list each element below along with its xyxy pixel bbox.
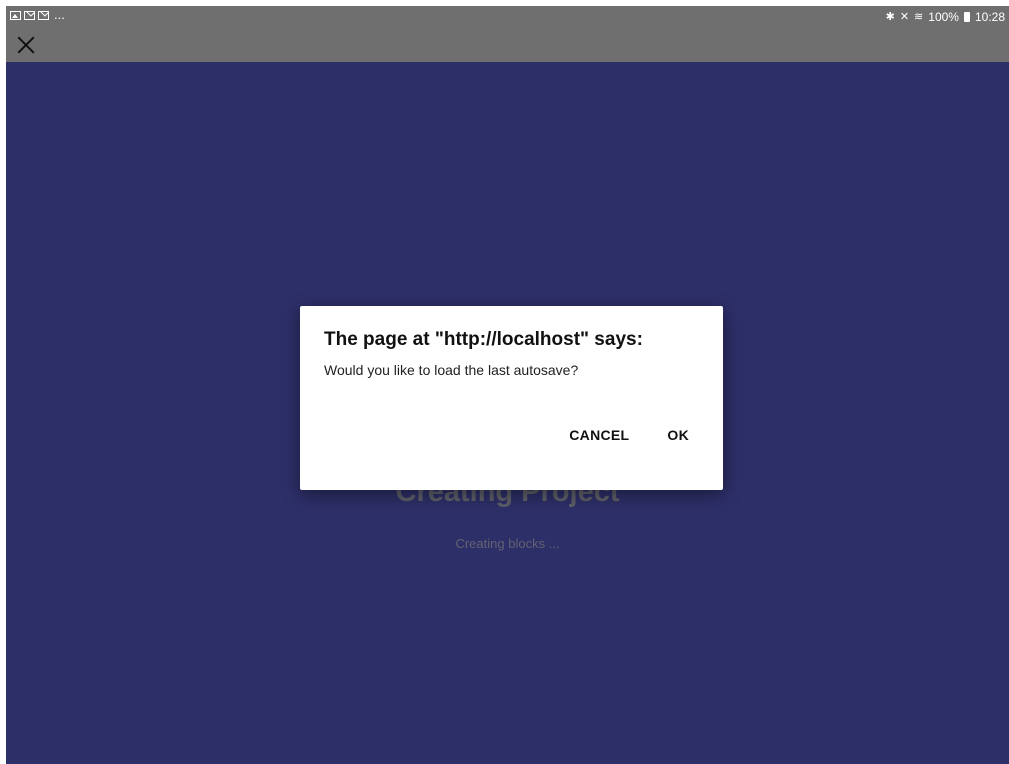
dialog-message: Would you like to load the last autosave… [324,362,579,378]
cancel-button[interactable]: CANCEL [569,427,629,443]
system-status: ✱ ✕ ≋ 100% 10:28 [886,10,1005,24]
app-screen: ... ✱ ✕ ≋ 100% 10:28 Creating Project Cr… [6,6,1009,764]
dialog-title: The page at "http://localhost" says: [324,329,643,350]
gmail-icon [24,10,35,20]
notification-icons: ... [10,7,65,22]
clock: 10:28 [974,10,1005,24]
mute-icon: ✕ [899,11,910,23]
status-bar: ... ✱ ✕ ≋ 100% 10:28 [6,6,1009,62]
wifi-icon: ≋ [914,11,924,23]
notification-overflow: ... [54,7,65,22]
mail-icon [38,10,49,20]
close-icon[interactable] [15,34,37,56]
alert-dialog: The page at "http://localhost" says: Wou… [300,306,723,490]
battery-percent: 100% [928,10,959,24]
bluetooth-icon: ✱ [885,11,895,23]
loading-subtitle: Creating blocks ... [455,536,560,551]
image-icon [10,10,21,20]
dialog-actions: CANCEL OK [569,427,689,443]
battery-icon [963,12,970,22]
ok-button[interactable]: OK [667,427,689,443]
